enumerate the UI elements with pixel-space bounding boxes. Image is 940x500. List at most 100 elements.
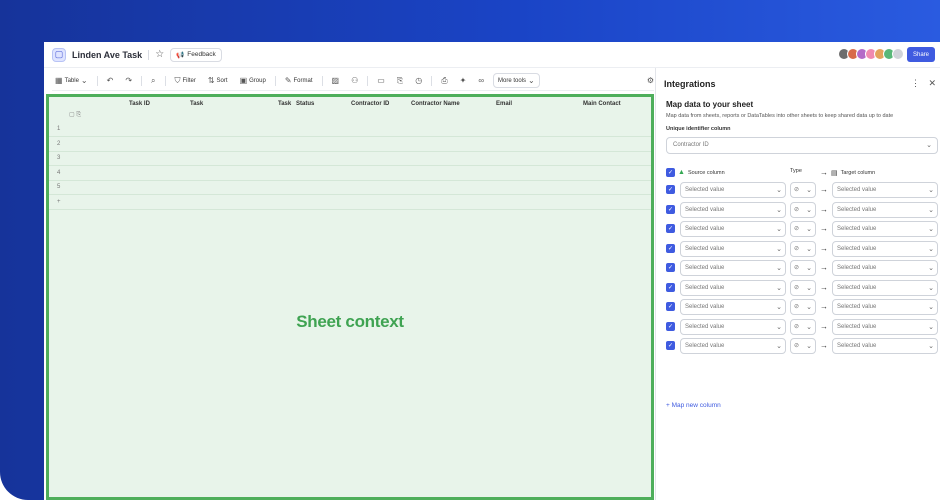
collaborator-avatars[interactable] — [838, 48, 904, 60]
type-select[interactable]: ⊘ ⌄ — [790, 182, 816, 198]
target-column-select[interactable]: Selected value ⌄ — [832, 240, 938, 257]
table-row[interactable]: 2 — [49, 138, 651, 152]
sheet-grid[interactable]: Task ID Task Task Status Contractor ID Contra… — [46, 94, 654, 500]
table-row[interactable]: 1 — [49, 123, 651, 137]
source-column-select[interactable]: Selected value ⌄ — [680, 182, 786, 198]
search-icon[interactable]: ⌕ — [148, 74, 158, 88]
column-header[interactable]: Task — [190, 101, 203, 107]
row-tools-icons[interactable]: ▢ ⎘ — [69, 111, 81, 119]
row-checkbox[interactable]: ✓ — [666, 302, 675, 311]
group-button[interactable]: ▣ Group — [237, 74, 269, 87]
row-checkbox[interactable]: ✓ — [666, 243, 675, 253]
row-checkbox[interactable]: ✓ — [666, 282, 675, 292]
source-column-select[interactable]: Selected value ⌄ — [680, 279, 786, 296]
column-header[interactable]: Status — [296, 101, 314, 107]
table-row[interactable]: 4 — [49, 167, 651, 181]
target-column-select[interactable]: Selected value ⌄ — [832, 318, 938, 335]
row-checkbox[interactable]: ✓ — [666, 224, 675, 233]
type-select[interactable]: ⊘ ⌄ — [790, 279, 816, 296]
share-button[interactable]: Share — [907, 47, 935, 62]
undo-icon[interactable]: ↶ — [104, 74, 117, 87]
column-header[interactable]: Task — [278, 101, 291, 107]
table-row[interactable]: 3 — [49, 152, 651, 166]
row-checkbox[interactable]: ✓ — [666, 321, 675, 331]
table-view-button[interactable]: ▦ Table ⌄ — [52, 74, 91, 87]
source-column-select[interactable]: Selected value ⌄ — [680, 240, 786, 257]
row-checkbox[interactable]: ✓ — [666, 263, 675, 272]
column-header[interactable]: Email — [496, 101, 512, 107]
type-select[interactable]: ⊘ ⌄ — [790, 299, 816, 315]
target-column-select[interactable]: Selected value ⌄ — [832, 201, 938, 218]
comment-icon[interactable]: ▭ — [374, 74, 388, 87]
feedback-button[interactable]: 📢 Feedback — [170, 47, 222, 62]
type-icon: ⊘ — [794, 245, 800, 252]
type-select[interactable]: ⊘ ⌄ — [790, 318, 816, 335]
source-column-select[interactable]: Selected value ⌄ — [680, 221, 786, 237]
table-row[interactable]: 5 — [49, 181, 651, 195]
more-tools-button[interactable]: More tools ⌄ — [493, 73, 540, 88]
chevron-down-icon: ⌄ — [806, 206, 812, 214]
target-column-select[interactable]: Selected value ⌄ — [832, 338, 938, 354]
column-header[interactable]: Contractor ID — [351, 101, 389, 107]
format-label: Format — [293, 77, 313, 84]
person-icon[interactable]: ⚇ — [348, 74, 361, 87]
mapping-row: ✓ Selected value ⌄ ⊘ ⌄ → Selected value ⌄ — [666, 318, 938, 335]
source-column-select[interactable]: Selected value ⌄ — [680, 318, 786, 335]
format-button[interactable]: ✎ Format — [282, 74, 316, 87]
source-column-select[interactable]: Selected value ⌄ — [680, 260, 786, 276]
chevron-down-icon: ⌄ — [806, 343, 812, 350]
type-icon: ⊘ — [794, 187, 800, 193]
document-title[interactable]: Linden Ave Task — [72, 50, 142, 60]
type-select[interactable]: ⊘ ⌄ — [790, 338, 816, 354]
sheet-app-icon[interactable]: ▢ — [52, 47, 66, 62]
type-select[interactable]: ⊘ ⌄ — [790, 201, 816, 218]
row-checkbox[interactable]: ✓ — [666, 341, 675, 350]
column-header[interactable]: Main Contact — [583, 101, 621, 107]
target-column-select[interactable]: Selected value ⌄ — [832, 279, 938, 296]
type-select[interactable]: ⊘ ⌄ — [790, 260, 816, 276]
star-icon[interactable]: ☆ — [155, 49, 164, 60]
chevron-down-icon: ⌄ — [776, 226, 782, 233]
history-icon[interactable]: ◷ — [412, 74, 425, 87]
target-column-select[interactable]: Selected value ⌄ — [832, 182, 938, 198]
chevron-down-icon: ⌄ — [806, 284, 812, 292]
row-checkbox[interactable]: ✓ — [666, 185, 675, 194]
chevron-down-icon: ⌄ — [806, 304, 812, 311]
type-select[interactable]: ⊘ ⌄ — [790, 240, 816, 257]
print-icon[interactable]: ⎙ — [438, 74, 450, 88]
arrow-right-icon: → — [820, 243, 828, 253]
avatar[interactable] — [892, 48, 904, 60]
chevron-down-icon: ⌄ — [776, 284, 782, 292]
column-header[interactable]: Contractor Name — [411, 101, 460, 107]
column-header[interactable]: Task ID — [129, 101, 150, 107]
source-column-select[interactable]: Selected value ⌄ — [680, 338, 786, 354]
image-icon[interactable]: ▨ — [329, 74, 343, 87]
lightbulb-icon[interactable]: ✦ — [457, 74, 470, 87]
filter-button[interactable]: ⛉ Filter — [172, 74, 199, 88]
target-column-select[interactable]: Selected value ⌄ — [832, 221, 938, 237]
row-checkbox[interactable]: ✓ — [666, 204, 675, 214]
mapping-row: ✓ Selected value ⌄ ⊘ ⌄ → Selected value ⌄ — [666, 279, 938, 296]
source-column-select[interactable]: Selected value ⌄ — [680, 201, 786, 218]
close-icon[interactable]: ✕ — [928, 78, 936, 89]
arrow-right-icon: → — [820, 168, 828, 177]
more-options-icon[interactable]: ⋮ — [911, 78, 920, 89]
chevron-down-icon: ⌄ — [928, 304, 934, 311]
settings-icon[interactable]: ⚙ — [647, 76, 654, 85]
link-icon[interactable]: ∞ — [475, 74, 487, 87]
add-row[interactable]: + — [49, 196, 651, 210]
row-number: 1 — [57, 126, 61, 132]
unique-identifier-select[interactable]: Contractor ID ⌄ — [666, 137, 938, 154]
arrow-right-icon: → — [820, 224, 828, 233]
attachment-icon[interactable]: ⎘ — [394, 74, 406, 88]
target-column-select[interactable]: Selected value ⌄ — [832, 299, 938, 315]
target-column-select[interactable]: Selected value ⌄ — [832, 260, 938, 276]
redo-icon[interactable]: ↷ — [122, 74, 135, 87]
source-column-select[interactable]: Selected value ⌄ — [680, 299, 786, 315]
type-select[interactable]: ⊘ ⌄ — [790, 221, 816, 237]
map-new-column-button[interactable]: + Map new column — [666, 402, 721, 409]
select-all-checkbox[interactable]: ✓ — [666, 168, 675, 177]
source-value: Selected value — [685, 343, 725, 349]
sort-button[interactable]: ⇅ Sort — [205, 74, 231, 87]
source-value: Selected value — [685, 245, 725, 252]
